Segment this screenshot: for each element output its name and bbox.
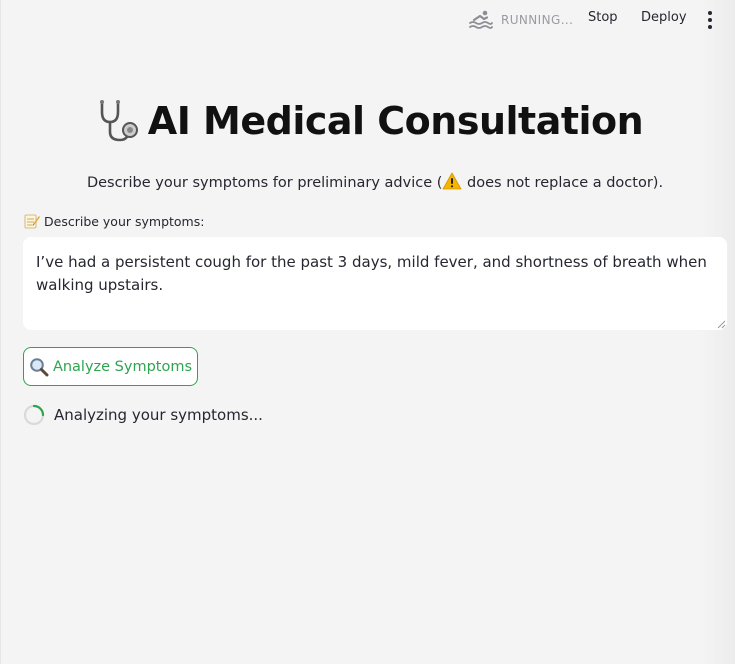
subtitle-text-before: Describe your symptoms for preliminary a…: [86, 175, 443, 191]
toolbar: RUNNING... Stop Deploy: [1, 0, 735, 40]
page-header: AI Medical Consultation: [1, 98, 735, 144]
memo-icon: [24, 214, 40, 229]
warning-icon: [443, 172, 462, 190]
app-root: RUNNING... Stop Deploy AI Medical Consul…: [0, 0, 735, 664]
magnifying-glass-icon: [30, 357, 49, 376]
kebab-menu-icon[interactable]: [705, 11, 715, 29]
status-row: Analyzing your symptoms...: [23, 404, 263, 426]
analyze-button-label: Analyze Symptoms: [52, 358, 193, 375]
running-label: RUNNING...: [501, 13, 574, 27]
page-subtitle: Describe your symptoms for preliminary a…: [1, 172, 735, 191]
status-text: Analyzing your symptoms...: [54, 406, 263, 424]
symptoms-textarea[interactable]: I’ve had a persistent cough for the past…: [23, 237, 727, 330]
running-status: RUNNING...: [469, 9, 573, 31]
analyze-symptoms-button[interactable]: Analyze Symptoms: [23, 347, 198, 386]
symptoms-label-text: Describe your symptoms:: [44, 213, 205, 229]
deploy-button[interactable]: Deploy: [641, 10, 687, 25]
stop-button[interactable]: Stop: [588, 10, 618, 25]
swimmer-icon: [469, 10, 493, 29]
loading-spinner-icon: [23, 404, 45, 426]
resize-handle-icon[interactable]: [717, 320, 726, 329]
symptoms-label: Describe your symptoms:: [24, 213, 204, 229]
page-title: AI Medical Consultation: [147, 99, 644, 143]
stethoscope-icon: [99, 100, 138, 142]
subtitle-text-after: does not replace a doctor).: [462, 175, 664, 191]
